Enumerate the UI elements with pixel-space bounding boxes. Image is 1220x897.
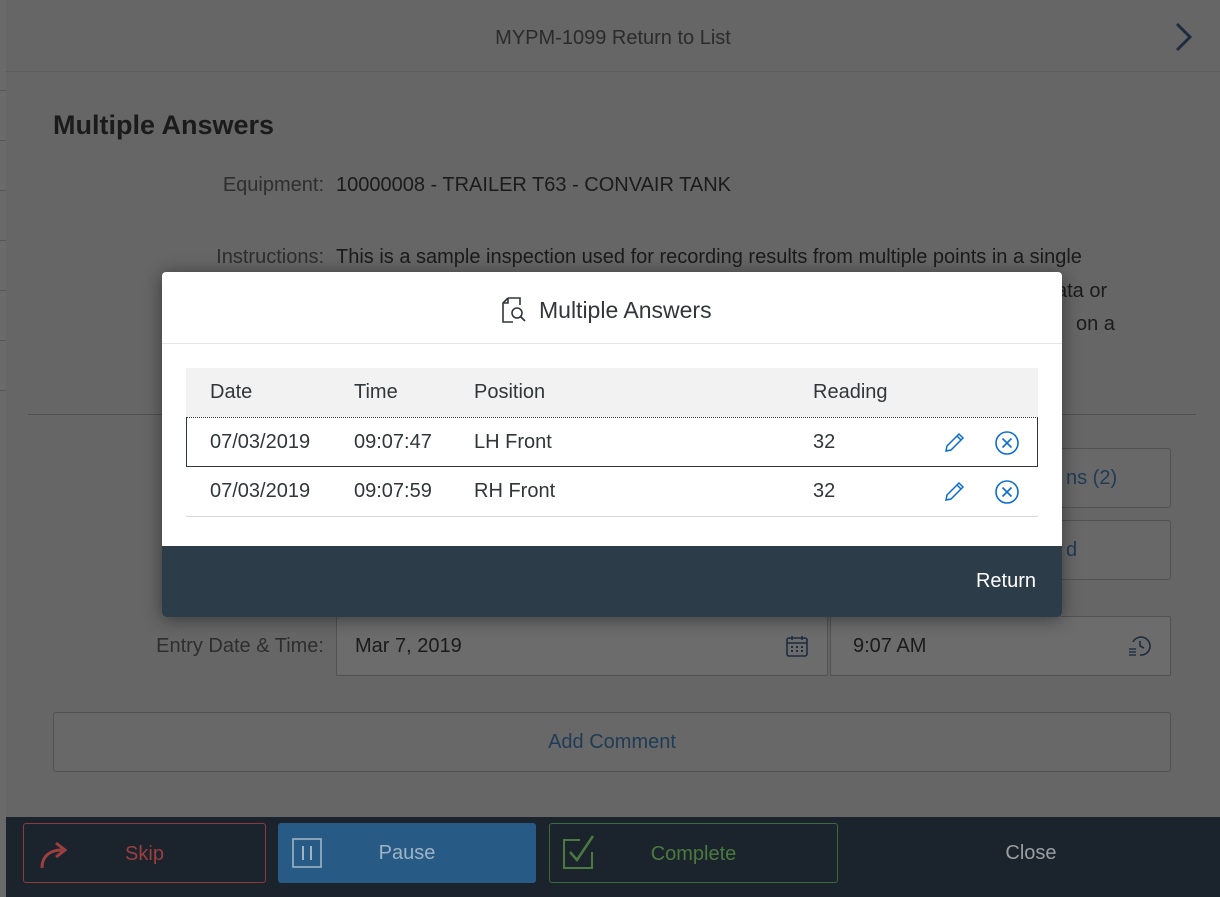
dialog-title: Multiple Answers bbox=[539, 297, 712, 323]
skip-button[interactable]: Skip bbox=[23, 823, 266, 883]
close-button[interactable]: Close bbox=[856, 823, 1206, 883]
edit-pencil-icon[interactable] bbox=[942, 431, 966, 455]
edit-pencil-icon[interactable] bbox=[942, 480, 966, 504]
section-heading: Multiple Answers bbox=[53, 110, 275, 140]
footer-action-bar: Skip Pause Complete Close bbox=[6, 817, 1220, 897]
column-header-position: Position bbox=[474, 381, 546, 403]
entry-date-value: Mar 7, 2019 bbox=[355, 635, 462, 657]
top-bar: MYPM-1099 Return to List bbox=[6, 0, 1220, 72]
equipment-label: Equipment: bbox=[222, 174, 324, 196]
secondary-action-label: d bbox=[1066, 539, 1078, 561]
cell-time: 09:07:47 bbox=[354, 431, 432, 453]
entry-time-value: 9:07 AM bbox=[853, 635, 927, 657]
entry-time-field[interactable]: 9:07 AM bbox=[830, 616, 1171, 676]
column-header-reading: Reading bbox=[813, 381, 888, 403]
equipment-value: 10000008 - TRAILER T63 - CONVAIR TANK bbox=[336, 174, 731, 196]
calendar-icon[interactable] bbox=[785, 634, 809, 658]
multiple-answers-dialog: Multiple Answers Date Time Position Read… bbox=[162, 272, 1062, 617]
column-header-time: Time bbox=[354, 381, 398, 403]
dialog-header: Multiple Answers bbox=[162, 272, 1062, 344]
skip-label: Skip bbox=[125, 843, 164, 865]
complete-button[interactable]: Complete bbox=[549, 823, 838, 883]
cell-time: 09:07:59 bbox=[354, 480, 432, 502]
document-search-icon bbox=[502, 297, 526, 323]
answers-table: Date Time Position Reading 07/03/2019 09… bbox=[186, 368, 1038, 517]
cell-reading: 32 bbox=[813, 431, 836, 453]
complete-label: Complete bbox=[650, 843, 737, 865]
instructions-text: This is a sample inspection used for rec… bbox=[336, 246, 1082, 268]
attachments-button-label: ns (2) bbox=[1066, 467, 1118, 489]
cell-position: RH Front bbox=[474, 480, 556, 502]
entry-datetime-label: Entry Date & Time: bbox=[156, 635, 324, 657]
time-entry-icon[interactable] bbox=[1128, 634, 1152, 658]
return-button[interactable]: Return bbox=[976, 570, 1036, 593]
delete-circle-x-icon[interactable] bbox=[994, 430, 1020, 456]
cell-reading: 32 bbox=[813, 480, 836, 502]
add-comment-button[interactable]: Add Comment bbox=[53, 712, 1171, 772]
cell-date: 07/03/2019 bbox=[210, 431, 311, 453]
table-header: Date Time Position Reading bbox=[186, 368, 1038, 417]
instructions-text-line2: ata or bbox=[1056, 280, 1108, 302]
pause-button[interactable]: Pause bbox=[278, 823, 536, 883]
table-row[interactable]: 07/03/2019 09:07:59 RH Front 32 bbox=[186, 467, 1038, 517]
pause-label: Pause bbox=[378, 842, 436, 864]
instructions-text-line3: on a bbox=[1076, 313, 1115, 335]
close-label: Close bbox=[1005, 842, 1057, 864]
table-row[interactable]: 07/03/2019 09:07:47 LH Front 32 bbox=[186, 417, 1038, 467]
instructions-label: Instructions: bbox=[216, 246, 324, 268]
chevron-right-icon[interactable] bbox=[1168, 20, 1198, 54]
dialog-footer: Return bbox=[162, 546, 1062, 617]
entry-date-field[interactable]: Mar 7, 2019 bbox=[336, 616, 828, 676]
delete-circle-x-icon[interactable] bbox=[994, 479, 1020, 505]
column-header-date: Date bbox=[210, 381, 253, 403]
cell-position: LH Front bbox=[474, 431, 552, 453]
cell-date: 07/03/2019 bbox=[210, 480, 311, 502]
page-title[interactable]: MYPM-1099 Return to List bbox=[6, 27, 1220, 50]
